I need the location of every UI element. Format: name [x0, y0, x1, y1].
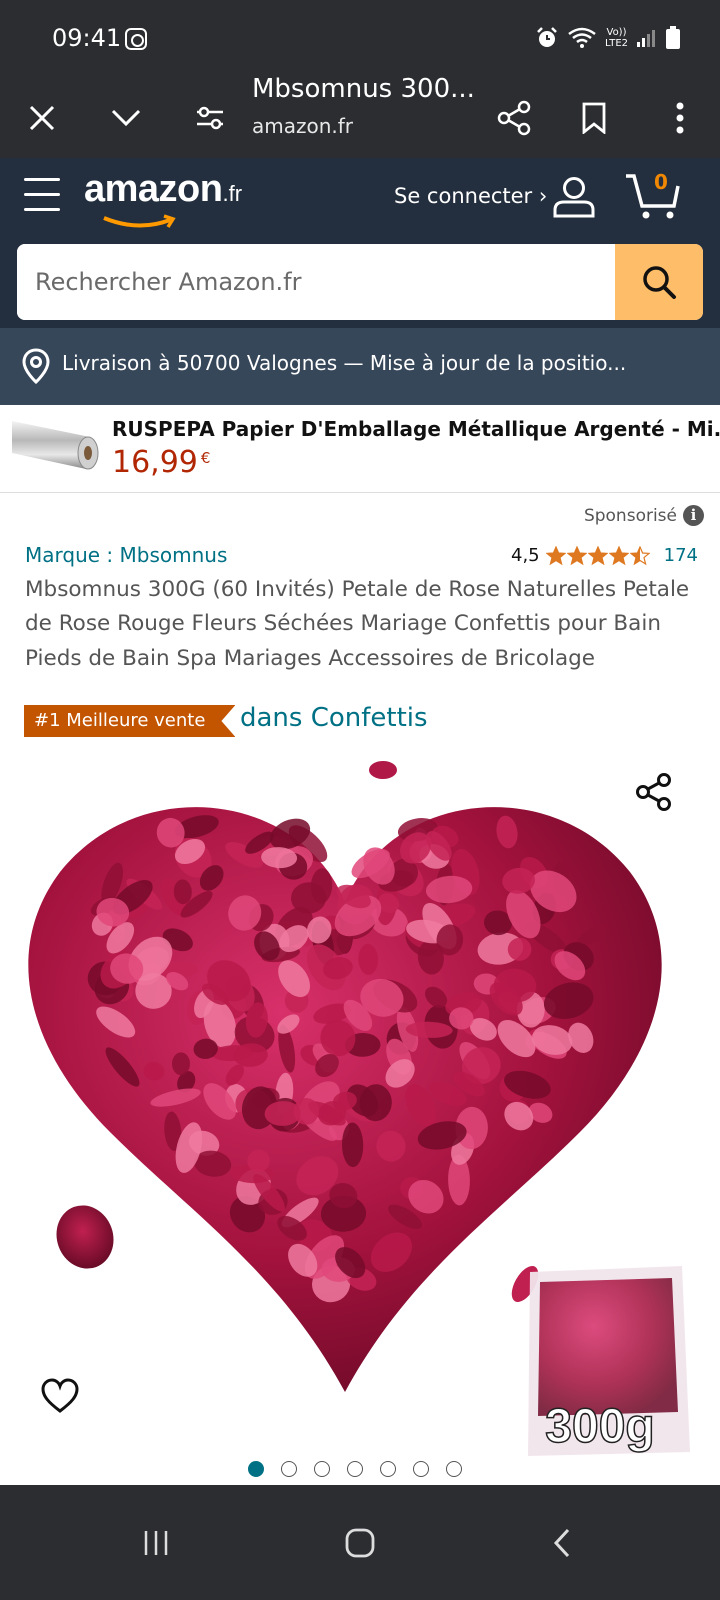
image-share-button[interactable] [634, 772, 674, 816]
user-icon[interactable] [552, 176, 596, 218]
loose-petal [369, 761, 397, 779]
brand-link[interactable]: Marque : Mbsomnus [25, 543, 227, 567]
volte-icon: Vo)) LTE2 [605, 27, 628, 49]
menu-icon[interactable] [24, 178, 60, 212]
volte-label: Vo)) [606, 27, 627, 38]
cart-icon[interactable] [624, 170, 682, 222]
carousel-dot[interactable] [281, 1461, 297, 1477]
share-icon [636, 773, 671, 811]
bestseller-category-link[interactable]: dans Confettis [240, 703, 428, 733]
product-rating[interactable]: 4,5 174 [511, 545, 698, 566]
amazon-logo[interactable]: amazon.fr [84, 168, 242, 228]
bag-weight-label: 300g [545, 1400, 654, 1453]
search-input[interactable] [17, 244, 615, 320]
share-icon[interactable] [488, 92, 540, 144]
review-count[interactable]: 174 [664, 545, 698, 566]
ad-product-image [12, 421, 99, 470]
loose-petal [56, 1205, 114, 1269]
delivery-location-bar[interactable]: Livraison à 50700 Valognes — Mise à jour… [0, 328, 720, 405]
status-icons: Vo)) LTE2 [535, 22, 680, 54]
status-bar: 09:41 Vo)) LTE2 [0, 0, 720, 78]
star-icon [587, 545, 608, 565]
lte-label: LTE2 [605, 38, 628, 49]
bestseller-badge[interactable]: #1 Meilleure vente [24, 705, 235, 737]
logo-text: amazon [84, 168, 223, 210]
browser-toolbar: Mbsomnus 300... amazon.fr [0, 74, 720, 158]
back-icon[interactable] [532, 1513, 592, 1573]
page-domain[interactable]: amazon.fr [252, 114, 353, 138]
recent-apps-icon[interactable] [126, 1513, 186, 1573]
more-vert-icon[interactable] [654, 92, 706, 144]
home-icon[interactable] [330, 1513, 390, 1573]
petal [172, 1052, 190, 1076]
search-box [17, 244, 703, 320]
ad-currency: € [200, 449, 211, 467]
sponsored-label[interactable]: Sponsorisé i [584, 505, 704, 526]
search-button[interactable] [615, 244, 703, 320]
close-icon[interactable] [16, 92, 68, 144]
location-pin-icon [22, 348, 50, 384]
status-time: 09:41 [52, 24, 122, 52]
carousel-dot[interactable] [314, 1461, 330, 1477]
logo-smile-icon [103, 214, 176, 228]
product-image[interactable]: 300g [0, 752, 720, 1456]
rating-value: 4,5 [511, 545, 540, 566]
ad-title: RUSPEPA Papier D'Emballage Métallique Ar… [112, 417, 720, 441]
bookmark-icon[interactable] [568, 92, 620, 144]
carousel-dot[interactable] [347, 1461, 363, 1477]
carousel-dot[interactable] [446, 1461, 462, 1477]
sponsored-text: Sponsorisé [583, 505, 677, 526]
page-title[interactable]: Mbsomnus 300... [252, 74, 475, 104]
star-icon [608, 545, 629, 565]
star-icon [629, 545, 650, 565]
chevron-down-icon[interactable] [100, 92, 152, 144]
ad-price-value: 16,99 [112, 445, 198, 480]
tune-icon[interactable] [184, 92, 236, 144]
product-title: Mbsomnus 300G (60 Invités) Petale de Ros… [25, 577, 690, 671]
signal-icon [637, 30, 655, 47]
wifi-icon [568, 27, 596, 48]
signin-link[interactable]: Se connecter › [394, 184, 547, 208]
ad-price: 16,99 € [112, 445, 210, 480]
carousel-dot[interactable] [380, 1461, 396, 1477]
image-carousel-dots [248, 1461, 462, 1477]
search-icon [643, 266, 676, 299]
android-nav-bar [0, 1485, 720, 1600]
carousel-dot[interactable] [413, 1461, 429, 1477]
rating-stars [545, 545, 650, 566]
star-icon [566, 545, 587, 565]
logo-tld: .fr [222, 181, 243, 206]
carousel-dot[interactable] [248, 1461, 264, 1477]
delivery-text: Livraison à 50700 Valognes — Mise à jour… [62, 351, 627, 375]
heart-icon [41, 1378, 79, 1413]
alarm-icon [537, 27, 557, 47]
wishlist-button[interactable] [40, 1378, 80, 1418]
sponsored-ad-banner[interactable]: RUSPEPA Papier D'Emballage Métallique Ar… [0, 405, 720, 493]
info-icon[interactable]: i [683, 505, 704, 526]
instagram-icon [125, 28, 147, 50]
cart-count: 0 [654, 170, 668, 194]
star-icon [545, 545, 566, 565]
battery-icon [666, 26, 680, 49]
